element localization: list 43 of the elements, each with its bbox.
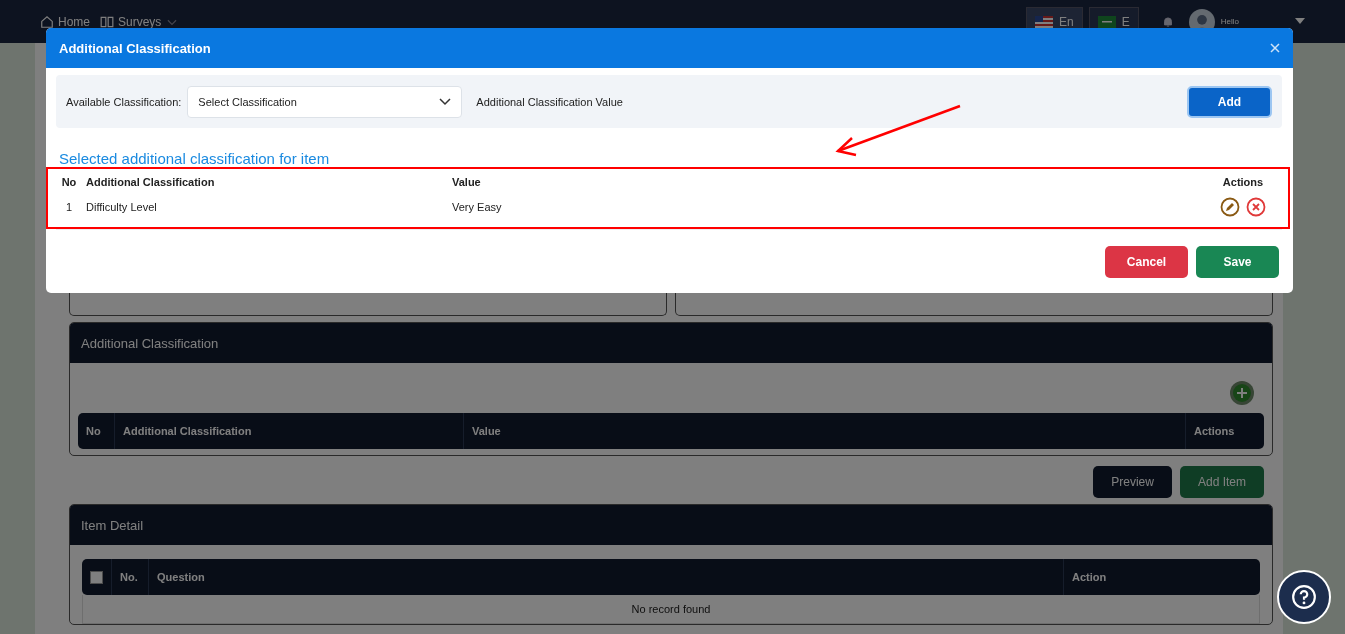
column-header: No. bbox=[111, 559, 149, 595]
book-icon bbox=[100, 14, 114, 29]
column-header: Actions bbox=[1185, 413, 1264, 449]
classification-dropdown[interactable]: Select Classification bbox=[187, 85, 463, 118]
add-item-button[interactable]: Add Item bbox=[1179, 466, 1264, 498]
panel-title: Additional Classification bbox=[70, 323, 1272, 363]
preview-button[interactable]: Preview bbox=[1093, 466, 1172, 498]
column-header: No bbox=[78, 413, 115, 449]
column-header: Action bbox=[1063, 559, 1260, 595]
field-label: Additional Classification Value bbox=[476, 95, 623, 108]
empty-message: No record found bbox=[82, 595, 1260, 624]
add-icon[interactable] bbox=[1230, 381, 1254, 405]
help-button[interactable] bbox=[1277, 570, 1331, 624]
column-header: Additional Classification bbox=[114, 413, 464, 449]
column-header: Value bbox=[463, 413, 1186, 449]
panel-title: Item Detail bbox=[70, 505, 1272, 545]
add-button[interactable]: Add bbox=[1187, 85, 1272, 118]
flag-icon bbox=[1035, 15, 1054, 28]
caret-icon bbox=[1295, 17, 1305, 26]
nav-link[interactable]: Surveys bbox=[100, 14, 180, 29]
cancel-button[interactable]: Cancel bbox=[1105, 246, 1188, 278]
column-header: Value bbox=[451, 175, 482, 190]
edit-icon[interactable] bbox=[1220, 197, 1240, 217]
section-title: Selected additional classification for item bbox=[59, 150, 331, 167]
select-all-checkbox[interactable] bbox=[90, 570, 103, 584]
table-cell-text: Difficulty Level bbox=[85, 200, 158, 215]
column-header: Actions bbox=[1221, 175, 1265, 190]
save-button[interactable]: Save bbox=[1196, 246, 1279, 278]
nav-link[interactable]: Home bbox=[40, 14, 90, 29]
column-header: Question bbox=[148, 559, 1064, 595]
table-cell-text: 1 bbox=[64, 200, 74, 215]
home-icon bbox=[40, 14, 54, 29]
flag-icon bbox=[1097, 15, 1116, 28]
field-label: Available Classification: bbox=[66, 95, 182, 108]
greeting-text: Hello bbox=[1220, 16, 1239, 26]
column-header: Additional Classification bbox=[85, 175, 216, 190]
question-icon bbox=[1291, 584, 1317, 610]
table-cell-text: Very Easy bbox=[451, 200, 503, 215]
delete-icon[interactable] bbox=[1246, 197, 1266, 217]
chevron-down-icon bbox=[439, 97, 452, 106]
close-icon[interactable] bbox=[1270, 43, 1280, 53]
column-header: No bbox=[60, 175, 78, 190]
dialog-title: Additional Classification bbox=[59, 40, 211, 56]
